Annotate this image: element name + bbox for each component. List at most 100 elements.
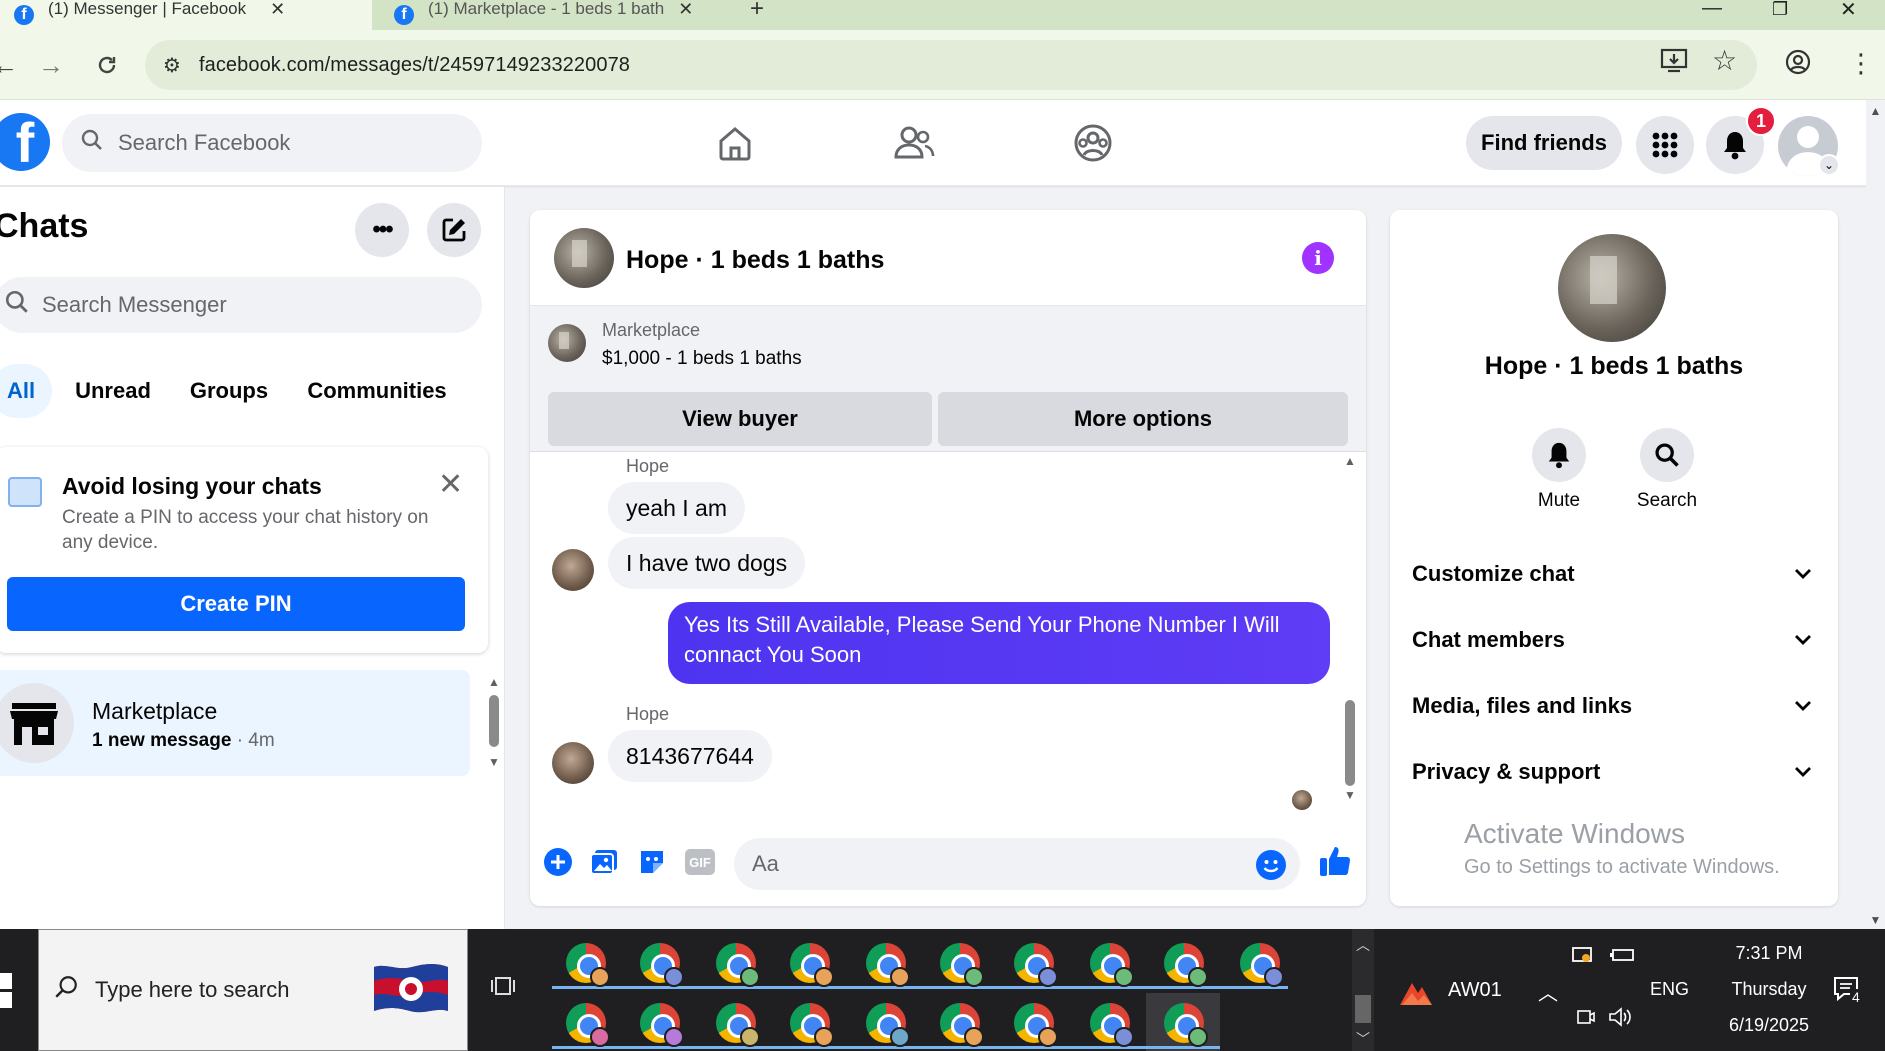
chrome-app-icon[interactable] bbox=[716, 943, 760, 987]
address-bar[interactable]: ⚙ facebook.com/messages/t/24597149233220… bbox=[145, 40, 1757, 90]
close-tab-icon[interactable]: ✕ bbox=[270, 0, 285, 20]
chrome-app-icon[interactable] bbox=[866, 943, 910, 987]
conversation-title[interactable]: Hope · 1 beds 1 baths bbox=[626, 246, 884, 275]
chat-list-item[interactable]: Marketplace 1 new message · 4m bbox=[0, 670, 470, 776]
filter-tab-communities[interactable]: Communities bbox=[298, 364, 456, 418]
conversation-avatar[interactable] bbox=[554, 228, 614, 288]
facebook-search-input[interactable]: Search Facebook bbox=[62, 114, 482, 172]
gif-icon[interactable]: GIF bbox=[684, 846, 716, 878]
message-bubble[interactable]: yeah I am bbox=[608, 482, 745, 534]
chrome-app-icon[interactable] bbox=[866, 1003, 910, 1047]
page-scrollbar[interactable]: ▲ ▼ bbox=[1866, 100, 1885, 929]
chrome-app-icon[interactable] bbox=[1164, 1003, 1208, 1047]
taskbar-scroll[interactable]: ︿ ﹀ bbox=[1352, 929, 1374, 1051]
aw-app-icon[interactable] bbox=[1398, 977, 1434, 1007]
customize-chat-row[interactable]: Customize chat bbox=[1412, 544, 1812, 604]
meet-now-icon[interactable] bbox=[1576, 1007, 1596, 1032]
mute-action[interactable]: Mute bbox=[1504, 428, 1614, 512]
close-icon[interactable]: ✕ bbox=[438, 467, 463, 502]
clock-time[interactable]: 7:31 PM bbox=[1714, 943, 1824, 964]
info-icon[interactable]: i bbox=[1302, 242, 1334, 274]
friends-nav-icon[interactable] bbox=[889, 118, 939, 168]
find-friends-button[interactable]: Find friends bbox=[1466, 116, 1622, 170]
windows-start-icon[interactable] bbox=[0, 973, 14, 1009]
message-bubble[interactable]: I have two dogs bbox=[608, 537, 806, 589]
details-avatar[interactable] bbox=[1558, 234, 1666, 342]
language-indicator[interactable]: ENG bbox=[1650, 979, 1689, 1000]
forward-button[interactable]: → bbox=[34, 48, 68, 82]
close-window-button[interactable]: ✕ bbox=[1840, 0, 1857, 30]
chat-options-button[interactable]: ••• bbox=[355, 203, 409, 257]
chrome-app-icon[interactable] bbox=[566, 1003, 610, 1047]
more-options-button[interactable]: More options bbox=[938, 392, 1348, 446]
chrome-app-icon[interactable] bbox=[1014, 1003, 1058, 1047]
groups-nav-icon[interactable] bbox=[1068, 118, 1118, 168]
media-files-links-row[interactable]: Media, files and links bbox=[1412, 676, 1812, 736]
chrome-app-icon[interactable] bbox=[716, 1003, 760, 1047]
chevron-down-icon[interactable]: ⌄ bbox=[1818, 154, 1840, 176]
chrome-app-icon[interactable] bbox=[790, 943, 834, 987]
chrome-app-icon[interactable] bbox=[1090, 1003, 1134, 1047]
new-message-button[interactable] bbox=[427, 203, 481, 257]
chrome-app-icon[interactable] bbox=[640, 943, 684, 987]
watermark-subtitle: Go to Settings to activate Windows. bbox=[1464, 856, 1780, 878]
close-tab-icon[interactable]: ✕ bbox=[678, 0, 693, 20]
site-settings-icon[interactable]: ⚙ bbox=[163, 53, 181, 78]
bookmark-star-icon[interactable]: ☆ bbox=[1712, 44, 1737, 77]
minimize-button[interactable]: — bbox=[1702, 0, 1722, 30]
profile-icon[interactable] bbox=[1784, 48, 1812, 83]
filter-tab-all[interactable]: All bbox=[0, 364, 52, 418]
chrome-app-icon[interactable] bbox=[940, 943, 984, 987]
new-tab-button[interactable]: + bbox=[736, 0, 776, 30]
sticker-icon[interactable] bbox=[636, 846, 668, 878]
browser-menu-icon[interactable]: ⋮ bbox=[1848, 48, 1874, 79]
search-action[interactable]: Search bbox=[1612, 428, 1722, 512]
view-buyer-button[interactable]: View buyer bbox=[548, 392, 932, 446]
message-bubble[interactable]: 8143677644 bbox=[608, 730, 772, 782]
sender-avatar[interactable] bbox=[552, 742, 594, 784]
restore-button[interactable]: ❐ bbox=[1772, 0, 1788, 30]
network-status-icon[interactable] bbox=[1572, 945, 1594, 970]
filter-tab-unread[interactable]: Unread bbox=[66, 364, 160, 418]
chevron-up-icon[interactable]: ︿ bbox=[1538, 977, 1558, 1006]
chat-members-row[interactable]: Chat members bbox=[1412, 610, 1812, 670]
back-button[interactable]: ← bbox=[0, 48, 22, 82]
aw-app-label[interactable]: AW01 bbox=[1448, 979, 1502, 1002]
home-nav-icon[interactable] bbox=[710, 118, 760, 168]
outgoing-message-bubble[interactable]: Yes Its Still Available, Please Send You… bbox=[668, 602, 1330, 684]
clock-day[interactable]: Thursday bbox=[1714, 979, 1824, 1000]
message-input[interactable]: Aa bbox=[734, 838, 1300, 890]
emoji-icon[interactable] bbox=[1256, 850, 1286, 880]
menu-grid-button[interactable] bbox=[1636, 116, 1694, 174]
create-pin-button[interactable]: Create PIN bbox=[7, 577, 465, 631]
thumbs-up-icon[interactable] bbox=[1316, 842, 1354, 880]
chrome-app-icon[interactable] bbox=[1014, 943, 1058, 987]
message-scrollbar[interactable]: ▲ ▼ bbox=[1342, 454, 1358, 814]
reload-button[interactable] bbox=[90, 48, 124, 82]
flag-widget-icon[interactable] bbox=[372, 961, 450, 1017]
plus-circle-icon[interactable] bbox=[542, 846, 574, 878]
section-label: Chat members bbox=[1412, 627, 1565, 652]
filter-tab-groups[interactable]: Groups bbox=[182, 364, 276, 418]
chrome-app-icon[interactable] bbox=[1164, 943, 1208, 987]
tab-messenger[interactable]: f (1) Messenger | Facebook ✕ bbox=[0, 0, 372, 30]
action-center-icon[interactable]: 4 bbox=[1832, 975, 1862, 1010]
chrome-app-icon[interactable] bbox=[940, 1003, 984, 1047]
privacy-support-row[interactable]: Privacy & support bbox=[1412, 742, 1812, 802]
chat-list-scrollbar[interactable]: ▲ ▼ bbox=[486, 675, 502, 771]
chrome-app-icon[interactable] bbox=[566, 943, 610, 987]
clock-date[interactable]: 6/19/2025 bbox=[1714, 1015, 1824, 1036]
chrome-app-icon[interactable] bbox=[640, 1003, 684, 1047]
chrome-app-icon[interactable] bbox=[1090, 943, 1134, 987]
chrome-app-icon[interactable] bbox=[1240, 943, 1284, 987]
facebook-logo[interactable]: f bbox=[0, 113, 50, 171]
volume-icon[interactable] bbox=[1608, 1007, 1632, 1032]
messenger-search-input[interactable]: Search Messenger bbox=[0, 277, 482, 333]
chrome-app-icon[interactable] bbox=[790, 1003, 834, 1047]
tab-marketplace[interactable]: f (1) Marketplace - 1 beds 1 bath ✕ bbox=[380, 0, 730, 30]
photo-icon[interactable] bbox=[588, 846, 620, 878]
sender-avatar[interactable] bbox=[552, 549, 594, 591]
task-view-icon[interactable] bbox=[490, 973, 516, 1005]
install-app-icon[interactable] bbox=[1660, 48, 1688, 81]
battery-icon[interactable] bbox=[1610, 947, 1636, 968]
